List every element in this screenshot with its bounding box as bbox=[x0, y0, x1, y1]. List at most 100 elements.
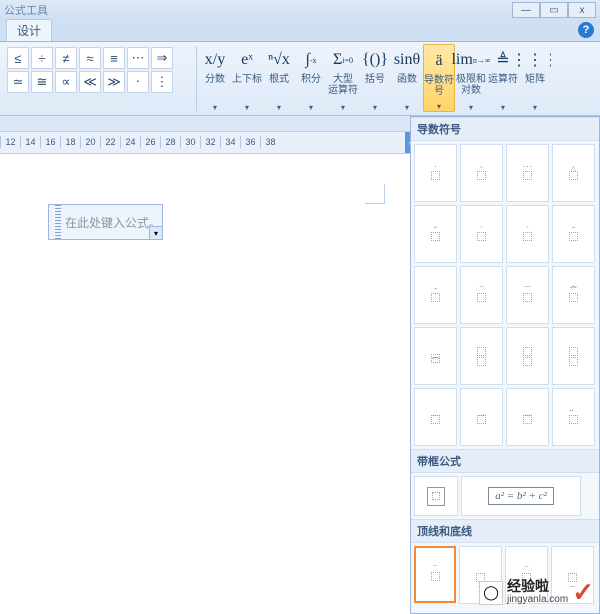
struct-label: 导数符号 bbox=[424, 75, 454, 97]
accent-option[interactable]: ← bbox=[414, 388, 457, 446]
struct-icon: ⁿ√x bbox=[268, 46, 290, 74]
struct-label: 上下标 bbox=[232, 74, 262, 85]
struct-icon: eˣ bbox=[241, 46, 253, 74]
accent-option[interactable]: → bbox=[460, 388, 503, 446]
chevron-down-icon: ▾ bbox=[437, 102, 441, 111]
symbol-cell[interactable]: ⋯ bbox=[127, 47, 149, 69]
struct-积分[interactable]: ∫-x积分▾ bbox=[295, 44, 327, 112]
chevron-down-icon: ▾ bbox=[341, 103, 345, 112]
boxed-grid: a² = b² + c² bbox=[411, 473, 599, 519]
accent-option[interactable]: ↔ bbox=[506, 388, 549, 446]
chevron-down-icon: ▾ bbox=[469, 103, 473, 112]
accent-option[interactable]: ⏠ bbox=[414, 327, 457, 385]
accent-option[interactable]: ^ bbox=[552, 144, 595, 202]
help-icon[interactable]: ? bbox=[578, 22, 594, 38]
struct-根式[interactable]: ⁿ√x根式 ▾ bbox=[263, 44, 295, 112]
struct-label: 矩阵 bbox=[525, 74, 545, 85]
equation-placeholder-box[interactable]: 在此处键入公式。 ▾ bbox=[48, 204, 163, 240]
symbol-cell[interactable]: ⇒ bbox=[151, 47, 173, 69]
chevron-down-icon: ▾ bbox=[245, 103, 249, 112]
accent-option[interactable]: ⏞ bbox=[552, 266, 595, 324]
symbol-cell[interactable]: ≈ bbox=[79, 47, 101, 69]
struct-icon: sinθ bbox=[394, 46, 420, 74]
struct-icon: {()} bbox=[362, 46, 388, 74]
struct-label: 函数 bbox=[397, 74, 417, 85]
accent-option[interactable]: ` bbox=[506, 205, 549, 263]
watermark: ◯ 经验啦 jingyanla.com ✓ bbox=[479, 577, 594, 608]
restore-button[interactable]: ▭ bbox=[540, 2, 568, 18]
accent-option[interactable]: ˙˙˙ bbox=[506, 144, 549, 202]
struct-大型运算符[interactable]: Σi=0大型运算符▾ bbox=[327, 44, 359, 112]
struct-label: 根式 bbox=[269, 74, 289, 85]
accent-option[interactable]: ˜ bbox=[414, 266, 457, 324]
chevron-down-icon: ▾ bbox=[277, 103, 281, 112]
symbol-cell[interactable]: ∝ bbox=[55, 71, 77, 93]
struct-导数符号[interactable]: ä导数符号 ▾ bbox=[423, 44, 455, 112]
accent-dropdown-panel: 导数符号 ˙¨˙˙˙^ˇ´`˘˜‾‾‾⏞⏠←→↔⃗ 带框公式 a² = b² +… bbox=[410, 116, 600, 614]
bar-option[interactable]: ‾ bbox=[414, 546, 456, 603]
chevron-down-icon: ▾ bbox=[213, 103, 217, 112]
struct-括号[interactable]: {()}括号 ▾ bbox=[359, 44, 391, 112]
chevron-down-icon: ▾ bbox=[501, 103, 505, 112]
accent-option[interactable]: ˙ bbox=[414, 144, 457, 202]
symbol-cell[interactable]: ≠ bbox=[55, 47, 77, 69]
section-header-bars: 顶线和底线 bbox=[411, 519, 599, 543]
chevron-down-icon: ▾ bbox=[373, 103, 377, 112]
structure-group: x/y分数▾eˣ上下标▾ⁿ√x根式▾∫-x积分▾Σi=0大型运算符▾{()}括号… bbox=[197, 42, 551, 115]
section-header-boxed: 带框公式 bbox=[411, 449, 599, 473]
watermark-logo-icon: ◯ bbox=[479, 581, 503, 605]
symbol-cell[interactable]: ≪ bbox=[79, 71, 101, 93]
watermark-check-icon: ✓ bbox=[572, 577, 594, 608]
symbol-cell[interactable]: ⋅ bbox=[127, 71, 149, 93]
boxed-option-formula[interactable]: a² = b² + c² bbox=[461, 476, 581, 516]
accent-grid: ˙¨˙˙˙^ˇ´`˘˜‾‾‾⏞⏠←→↔⃗ bbox=[411, 141, 599, 449]
window-title: 公式工具 bbox=[4, 2, 512, 18]
close-button[interactable]: x bbox=[568, 2, 596, 18]
symbol-cell[interactable]: ÷ bbox=[31, 47, 53, 69]
struct-icon: ∫-x bbox=[305, 46, 316, 74]
boxed-formula-text: a² = b² + c² bbox=[488, 487, 554, 505]
equation-handle[interactable] bbox=[55, 205, 61, 239]
accent-option[interactable] bbox=[460, 327, 503, 385]
symbol-cell[interactable]: ≡ bbox=[103, 47, 125, 69]
struct-icon: ä bbox=[435, 47, 442, 75]
struct-icon: limn→∞ bbox=[451, 46, 490, 74]
struct-label: 极限和对数 bbox=[456, 74, 486, 96]
watermark-text-cn: 经验啦 bbox=[507, 580, 568, 593]
struct-icon: ≜ bbox=[496, 46, 509, 74]
struct-矩阵[interactable]: ⋮⋮⋮矩阵▾ bbox=[519, 44, 551, 112]
accent-option[interactable]: ‾‾ bbox=[506, 266, 549, 324]
accent-option[interactable]: ´ bbox=[460, 205, 503, 263]
ruler: 1214161820222426283032343638 bbox=[0, 136, 280, 152]
struct-极限和对数[interactable]: limn→∞极限和对数▾ bbox=[455, 44, 487, 112]
page-corner-mark bbox=[365, 184, 385, 204]
chevron-down-icon: ▾ bbox=[405, 103, 409, 112]
accent-option[interactable]: ‾ bbox=[460, 266, 503, 324]
accent-option[interactable]: ˇ bbox=[414, 205, 457, 263]
symbol-cell[interactable]: ≅ bbox=[31, 71, 53, 93]
chevron-down-icon: ▾ bbox=[533, 103, 537, 112]
section-header-accent: 导数符号 bbox=[411, 117, 599, 141]
symbol-cell[interactable]: ⋮ bbox=[151, 71, 173, 93]
accent-option[interactable] bbox=[552, 327, 595, 385]
struct-上下标[interactable]: eˣ上下标 ▾ bbox=[231, 44, 263, 112]
symbol-cell[interactable]: ≫ bbox=[103, 71, 125, 93]
equation-options-dropdown[interactable]: ▾ bbox=[149, 226, 163, 240]
tab-design[interactable]: 设计 bbox=[6, 19, 52, 41]
symbol-cell[interactable]: ≤ bbox=[7, 47, 29, 69]
boxed-option-empty[interactable] bbox=[414, 476, 458, 516]
struct-label: 运算符 bbox=[488, 74, 518, 85]
minimize-button[interactable]: — bbox=[512, 2, 540, 18]
struct-icon: ⋮⋮⋮ bbox=[511, 46, 551, 74]
struct-分数[interactable]: x/y分数▾ bbox=[199, 44, 231, 112]
struct-函数[interactable]: sinθ函数 ▾ bbox=[391, 44, 423, 112]
struct-label: 括号 bbox=[365, 74, 385, 85]
accent-option[interactable]: ˘ bbox=[552, 205, 595, 263]
accent-option[interactable]: ⃗ bbox=[552, 388, 595, 446]
accent-option[interactable]: ¨ bbox=[460, 144, 503, 202]
symbol-cell[interactable]: ≃ bbox=[7, 71, 29, 93]
struct-label: 积分 bbox=[301, 74, 321, 85]
accent-option[interactable] bbox=[506, 327, 549, 385]
struct-label: 大型运算符 bbox=[328, 74, 358, 96]
watermark-text-en: jingyanla.com bbox=[507, 593, 568, 606]
